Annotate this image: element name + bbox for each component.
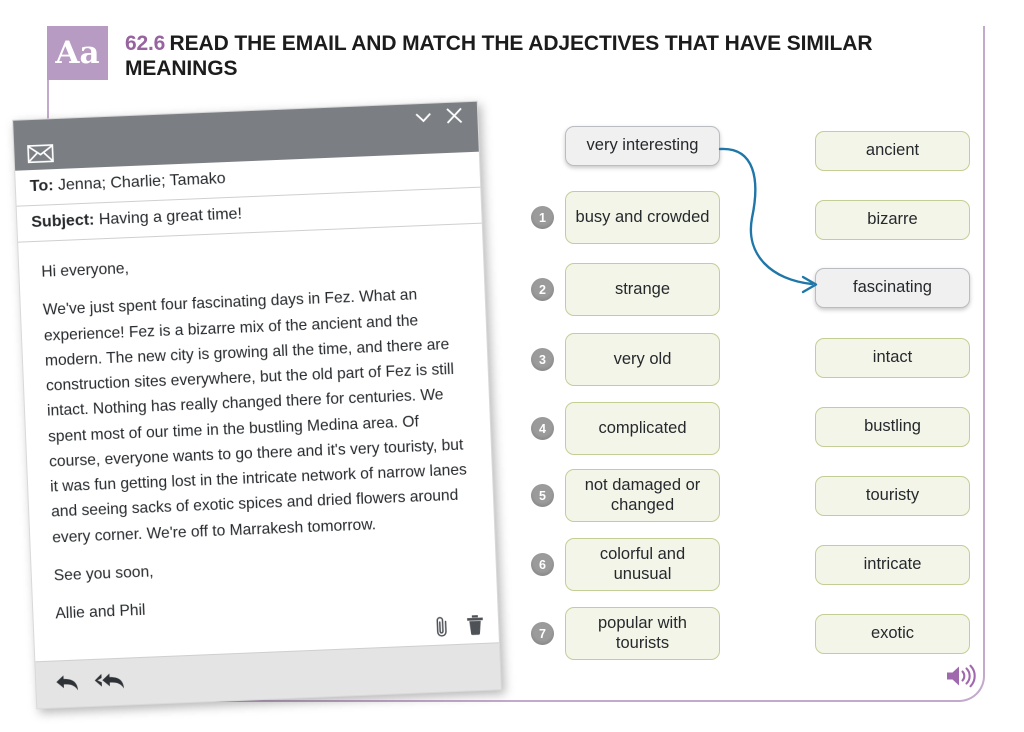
- subject-label: Subject:: [30, 211, 95, 232]
- email-closing: See you soon,: [53, 563, 154, 585]
- definition-box-3[interactable]: very old: [565, 333, 720, 386]
- paperclip-icon[interactable]: [433, 615, 451, 643]
- email-window: To: Jenna; Charlie; Tamako Subject: Havi…: [12, 100, 502, 710]
- adjective-row-7: intricate: [815, 545, 970, 585]
- definition-box-6[interactable]: colorful and unusual: [565, 538, 720, 591]
- grammar-badge: Aa: [47, 26, 108, 80]
- item-number-1: 1: [531, 206, 554, 229]
- definition-row-1: 1 busy and crowded: [531, 191, 720, 244]
- page-title: READ THE EMAIL AND MATCH THE ADJECTIVES …: [125, 32, 873, 80]
- adjective-row-1: ancient: [815, 131, 970, 171]
- definition-row-5: 5 not damaged or changed: [531, 469, 720, 522]
- adjective-row-2: bizarre: [815, 200, 970, 240]
- header-text: 62.6 READ THE EMAIL AND MATCH THE ADJECT…: [108, 26, 927, 81]
- adjective-box-bizarre[interactable]: bizarre: [815, 200, 970, 240]
- trash-icon[interactable]: [466, 614, 485, 642]
- adjective-row-8: exotic: [815, 614, 970, 654]
- item-number-6: 6: [531, 553, 554, 576]
- reply-icon[interactable]: [54, 671, 81, 699]
- item-number-7: 7: [531, 622, 554, 645]
- definition-row-4: 4 complicated: [531, 402, 720, 455]
- adjective-box-exotic[interactable]: exotic: [815, 614, 970, 654]
- item-number-2: 2: [531, 278, 554, 301]
- email-greeting: Hi everyone,: [41, 260, 130, 281]
- adjective-box-touristy[interactable]: touristy: [815, 476, 970, 516]
- adjective-box-fascinating[interactable]: fascinating: [815, 268, 970, 308]
- chevron-down-icon[interactable]: [412, 105, 435, 133]
- definition-row-2: 2 strange: [531, 263, 720, 316]
- exercise-page: Aa 62.6 READ THE EMAIL AND MATCH THE ADJ…: [0, 0, 1024, 732]
- to-label: To:: [29, 177, 54, 196]
- definition-row-7: 7 popular with tourists: [531, 607, 720, 660]
- close-icon[interactable]: [443, 104, 466, 132]
- adjective-box-intact[interactable]: intact: [815, 338, 970, 378]
- page-header: Aa 62.6 READ THE EMAIL AND MATCH THE ADJ…: [47, 26, 927, 100]
- adjective-box-bustling[interactable]: bustling: [815, 407, 970, 447]
- envelope-icon: [27, 144, 54, 164]
- adjective-box-intricate[interactable]: intricate: [815, 545, 970, 585]
- definition-box-4[interactable]: complicated: [565, 402, 720, 455]
- definition-row-example: very interesting: [565, 126, 720, 166]
- audio-play-button[interactable]: [944, 663, 976, 694]
- definition-box-5[interactable]: not damaged or changed: [565, 469, 720, 522]
- adjective-row-6: touristy: [815, 476, 970, 516]
- item-number-5: 5: [531, 484, 554, 507]
- subject-value: Having a great time!: [98, 205, 243, 229]
- to-value: Jenna; Charlie; Tamako: [57, 170, 226, 194]
- email-paragraph: We've just spent four fascinating days i…: [42, 286, 468, 546]
- adjective-row-3: fascinating: [815, 268, 970, 308]
- email-body: Hi everyone, We've just spent four fasci…: [18, 224, 498, 634]
- adjective-row-5: bustling: [815, 407, 970, 447]
- item-number-4: 4: [531, 417, 554, 440]
- definition-row-6: 6 colorful and unusual: [531, 538, 720, 591]
- reply-all-icon[interactable]: [94, 670, 129, 698]
- speaker-icon: [947, 664, 976, 688]
- adjective-row-4: intact: [815, 338, 970, 378]
- definition-box-2[interactable]: strange: [565, 263, 720, 316]
- adjective-box-ancient[interactable]: ancient: [815, 131, 970, 171]
- definition-box-7[interactable]: popular with tourists: [565, 607, 720, 660]
- definition-box-1[interactable]: busy and crowded: [565, 191, 720, 244]
- definition-row-3: 3 very old: [531, 333, 720, 386]
- definition-box-example[interactable]: very interesting: [565, 126, 720, 166]
- window-buttons: [412, 104, 466, 133]
- item-number-3: 3: [531, 348, 554, 371]
- exercise-number: 62.6: [125, 32, 166, 55]
